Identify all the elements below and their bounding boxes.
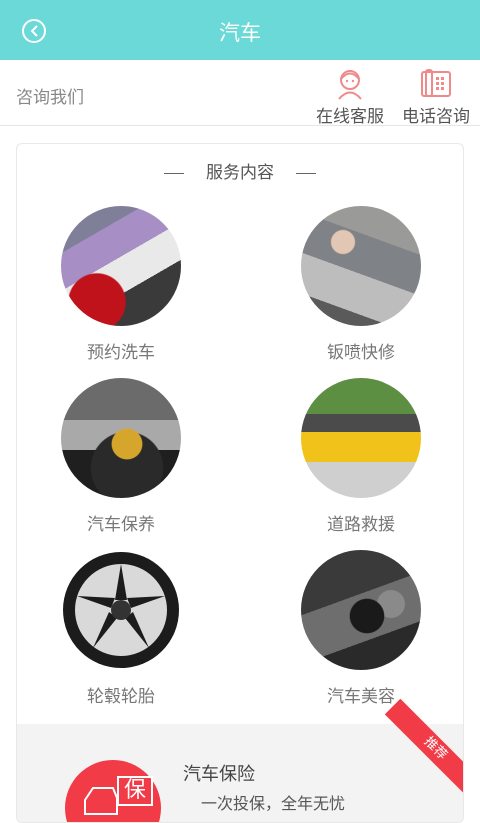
online-service-label: 在线客服 bbox=[316, 107, 384, 127]
oil-change-photo bbox=[61, 378, 181, 498]
insurance-title: 汽车保险 bbox=[183, 764, 255, 785]
service-label: 预约洗车 bbox=[87, 343, 155, 363]
services-card: 服务内容 预约洗车 钣喷快修 汽车保养 道路救援 轮毂轮胎 汽车美容 推荐 保 … bbox=[16, 143, 464, 823]
top-bar: 汽车 bbox=[0, 0, 480, 60]
insurance-icon: 保 bbox=[65, 760, 161, 822]
car-repair-photo bbox=[301, 206, 421, 326]
wheel-rim-photo bbox=[61, 550, 181, 670]
car-polish-photo bbox=[301, 550, 421, 670]
telephone-icon bbox=[421, 69, 451, 97]
service-label: 钣喷快修 bbox=[327, 343, 395, 363]
consult-bar: 咨询我们 在线客服 电话咨询 bbox=[0, 60, 480, 127]
service-label: 汽车美容 bbox=[327, 687, 395, 707]
service-label: 汽车保养 bbox=[87, 515, 155, 535]
phone-consult-button[interactable]: 电话咨询 bbox=[396, 66, 476, 127]
service-wheels-tires[interactable]: 轮毂轮胎 bbox=[41, 550, 201, 707]
customer-service-icon bbox=[338, 70, 362, 100]
service-label: 道路救援 bbox=[327, 515, 395, 535]
car-wash-photo bbox=[61, 206, 181, 326]
recommend-badge: 推荐 bbox=[384, 698, 463, 800]
phone-consult-label: 电话咨询 bbox=[402, 107, 470, 127]
consult-label: 咨询我们 bbox=[16, 88, 84, 108]
page-title: 汽车 bbox=[219, 21, 261, 45]
service-maintenance[interactable]: 汽车保养 bbox=[41, 378, 201, 535]
online-service-button[interactable]: 在线客服 bbox=[310, 66, 390, 127]
service-car-beauty[interactable]: 汽车美容 bbox=[281, 550, 441, 707]
tow-truck-photo bbox=[301, 378, 421, 498]
service-car-wash[interactable]: 预约洗车 bbox=[41, 206, 201, 363]
insurance-banner[interactable]: 推荐 保 汽车保险 一次投保，全年无忧 bbox=[17, 698, 463, 822]
service-road-rescue[interactable]: 道路救援 bbox=[281, 378, 441, 535]
insurance-subtitle: 一次投保，全年无忧 bbox=[201, 794, 346, 813]
service-label: 轮毂轮胎 bbox=[87, 687, 155, 707]
services-heading: 服务内容 bbox=[17, 158, 463, 183]
service-body-repair[interactable]: 钣喷快修 bbox=[281, 206, 441, 363]
